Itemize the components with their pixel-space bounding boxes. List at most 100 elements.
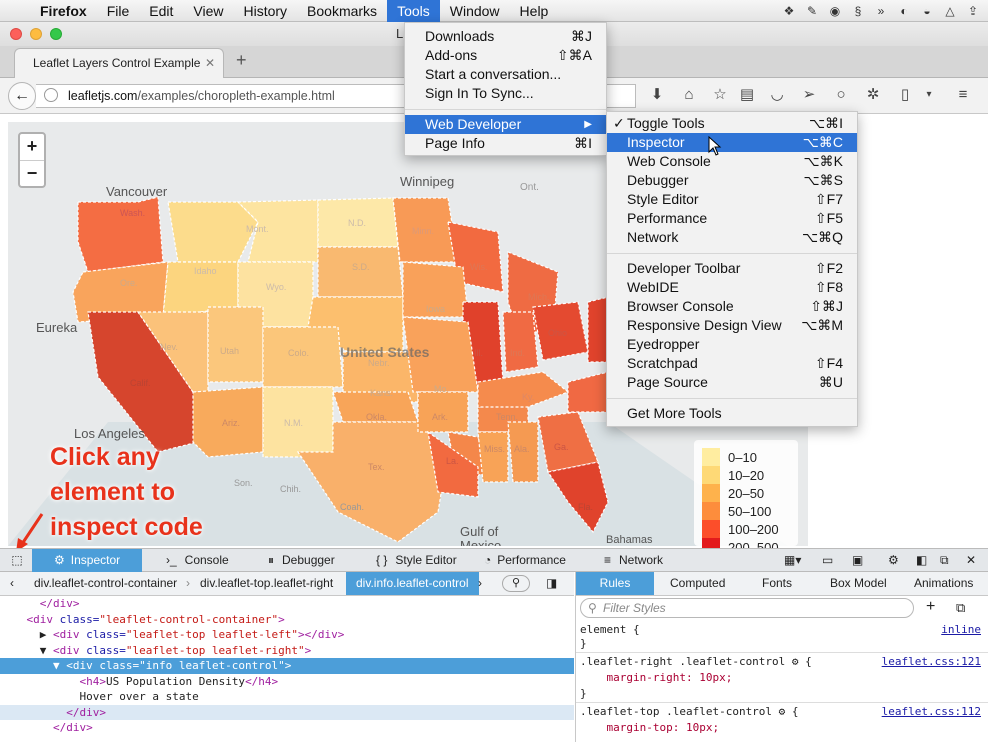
tab-console[interactable]: ›_ Console [160, 549, 250, 572]
bookmark-star-icon[interactable]: ☆ [711, 86, 729, 104]
rule-declaration[interactable]: margin-right: 10px; [580, 670, 985, 686]
tab-debugger[interactable]: ⏸ Debugger [262, 549, 362, 572]
tab-box-model[interactable]: Box Model [830, 572, 887, 595]
menu-item-network[interactable]: Network ⌥⌘Q [607, 228, 857, 247]
tab-performance[interactable]: ◔ Performance [484, 549, 584, 572]
menu-help[interactable]: Help [510, 0, 559, 22]
menu-item-page-info[interactable]: Page Info ⌘I [405, 134, 606, 153]
menu-item-downloads[interactable]: Downloads ⌘J [405, 27, 606, 46]
zoom-out-button[interactable]: − [20, 160, 44, 186]
breadcrumb-item[interactable]: div.leaflet-top.leaflet-right [200, 572, 333, 595]
menu-item-style-editor[interactable]: Style Editor ⇧F7 [607, 190, 857, 209]
menu-item-developer-toolbar[interactable]: Developer Toolbar ⇧F2 [607, 259, 857, 278]
reading-list-icon[interactable]: ▤ [738, 86, 756, 104]
extension-icon[interactable]: ✲ [864, 86, 882, 104]
add-rule-icon[interactable]: + [926, 598, 935, 616]
tab-fonts[interactable]: Fonts [762, 572, 792, 595]
menu-item-eyedropper[interactable]: Eyedropper [607, 335, 857, 354]
firefox-icon[interactable]: ◐ [897, 4, 911, 18]
disk-icon[interactable]: ◒ [920, 4, 934, 18]
toggle-sidebar-icon[interactable]: ◨ [546, 572, 557, 595]
markup-line[interactable]: ▼ <div class="leaflet-top leaflet-right"… [0, 643, 574, 659]
drive-icon[interactable]: △ [943, 4, 957, 18]
new-tab-button[interactable]: + [236, 50, 247, 71]
menu-firefox[interactable]: Firefox [30, 0, 97, 22]
onepassword-icon[interactable]: ◉ [828, 4, 842, 18]
menu-item-toggle-tools[interactable]: ✓ Toggle Tools ⌥⌘I [607, 114, 857, 133]
zoom-in-button[interactable]: + [20, 134, 44, 160]
menu-edit[interactable]: Edit [139, 0, 183, 22]
rule-line[interactable]: .leaflet-top .leaflet-control ⚙ {leaflet… [580, 704, 985, 720]
settings-gear-icon[interactable]: ⚙ [888, 549, 899, 572]
markup-line[interactable]: </div> [0, 720, 574, 736]
pseudo-class-icon[interactable]: ⧉ [956, 600, 965, 616]
markup-view[interactable]: </div> <div class="leaflet-control-conta… [0, 596, 574, 742]
menu-item-webide[interactable]: WebIDE ⇧F8 [607, 278, 857, 297]
dock-side-icon[interactable]: ◧ [916, 549, 927, 572]
clipboard-icon[interactable]: ▯ [896, 86, 914, 104]
zoom-window-icon[interactable] [50, 28, 62, 40]
tab-network[interactable]: ≡ Network [604, 549, 684, 572]
tab-style-editor[interactable]: { } Style Editor [376, 549, 476, 572]
rule-line[interactable]: .leaflet-right .leaflet-control ⚙ {leafl… [580, 654, 985, 670]
dropbox-icon[interactable]: ❖ [782, 4, 796, 18]
markup-line[interactable]: </div> [0, 596, 574, 612]
pocket-icon[interactable]: ◡ [768, 86, 786, 104]
menu-item-sign-in-sync[interactable]: Sign In To Sync... [405, 84, 606, 103]
chat-icon[interactable]: ○ [832, 86, 850, 104]
menu-item-page-source[interactable]: Page Source ⌘U [607, 373, 857, 392]
markup-line[interactable]: Hover over a state [0, 689, 574, 705]
menu-item-performance[interactable]: Performance ⇧F5 [607, 209, 857, 228]
markup-line[interactable]: <div class="leaflet-control-container"> [0, 612, 574, 628]
upload-icon[interactable]: ⇪ [966, 4, 980, 18]
pick-element-icon[interactable]: ⬚ [6, 549, 28, 572]
markup-search-icon[interactable]: ⚲ [502, 575, 530, 592]
layout-icon[interactable]: ▦▾ [784, 549, 801, 572]
tab-inspector[interactable]: ⚙ Inspector [32, 549, 142, 572]
home-icon[interactable]: ⌂ [680, 86, 698, 104]
close-window-icon[interactable] [10, 28, 22, 40]
dropdown-icon[interactable]: ▾ [920, 86, 938, 104]
tab-computed[interactable]: Computed [670, 572, 725, 595]
menu-window[interactable]: Window [440, 0, 510, 22]
menu-view[interactable]: View [183, 0, 233, 22]
send-icon[interactable]: ➢ [800, 86, 818, 104]
breadcrumb-item-selected[interactable]: div.info.leaflet-control [346, 572, 479, 595]
markup-line[interactable]: ▶ <div class="leaflet-top leaflet-left">… [0, 627, 574, 643]
evernote-icon[interactable]: ✎ [805, 4, 819, 18]
menu-item-inspector[interactable]: Inspector ⌥⌘C [607, 133, 857, 152]
close-tab-icon[interactable]: ✕ [205, 49, 215, 77]
minimize-window-icon[interactable] [30, 28, 42, 40]
forward-icon[interactable]: » [874, 4, 888, 18]
menu-item-debugger[interactable]: Debugger ⌥⌘S [607, 171, 857, 190]
filter-styles-input[interactable]: ⚲ Filter Styles [580, 598, 914, 618]
back-button[interactable]: ← [8, 82, 36, 110]
menu-item-start-conversation[interactable]: Start a conversation... [405, 65, 606, 84]
menu-item-addons[interactable]: Add-ons ⇧⌘A [405, 46, 606, 65]
breadcrumb-back-icon[interactable]: ‹ [10, 572, 14, 595]
menu-history[interactable]: History [233, 0, 297, 22]
menu-item-get-more-tools[interactable]: Get More Tools [607, 404, 857, 423]
responsive-icon[interactable]: ▣ [852, 549, 863, 572]
rule-declaration[interactable]: margin-top: 10px; [580, 720, 985, 736]
menu-item-web-console[interactable]: Web Console ⌥⌘K [607, 152, 857, 171]
menu-file[interactable]: File [97, 0, 140, 22]
breadcrumb-item[interactable]: div.leaflet-control-container [34, 572, 177, 595]
menu-item-browser-console[interactable]: Browser Console ⇧⌘J [607, 297, 857, 316]
markup-line[interactable]: <h4>US Population Density</h4> [0, 674, 574, 690]
download-icon[interactable]: ⬇ [648, 86, 666, 104]
hamburger-menu-icon[interactable]: ≡ [954, 86, 972, 104]
sync-icon[interactable]: § [851, 4, 865, 18]
menu-tools[interactable]: Tools [387, 0, 440, 22]
markup-line[interactable]: </div> [0, 704, 574, 720]
undock-icon[interactable]: ⧉ [940, 549, 949, 572]
menu-bookmarks[interactable]: Bookmarks [297, 0, 387, 22]
close-devtools-icon[interactable]: ✕ [966, 549, 976, 572]
markup-line-selected[interactable]: ▼ <div class="info leaflet-control"> [0, 658, 574, 674]
menu-item-responsive-design-view[interactable]: Responsive Design View ⌥⌘M [607, 316, 857, 335]
browser-tab[interactable]: Leaflet Layers Control Example ✕ [14, 48, 224, 78]
menu-item-scratchpad[interactable]: Scratchpad ⇧F4 [607, 354, 857, 373]
menu-item-web-developer[interactable]: Web Developer ▶ [405, 115, 606, 134]
tab-rules[interactable]: Rules [576, 572, 654, 595]
breadcrumb-forward-icon[interactable]: › [478, 572, 482, 595]
